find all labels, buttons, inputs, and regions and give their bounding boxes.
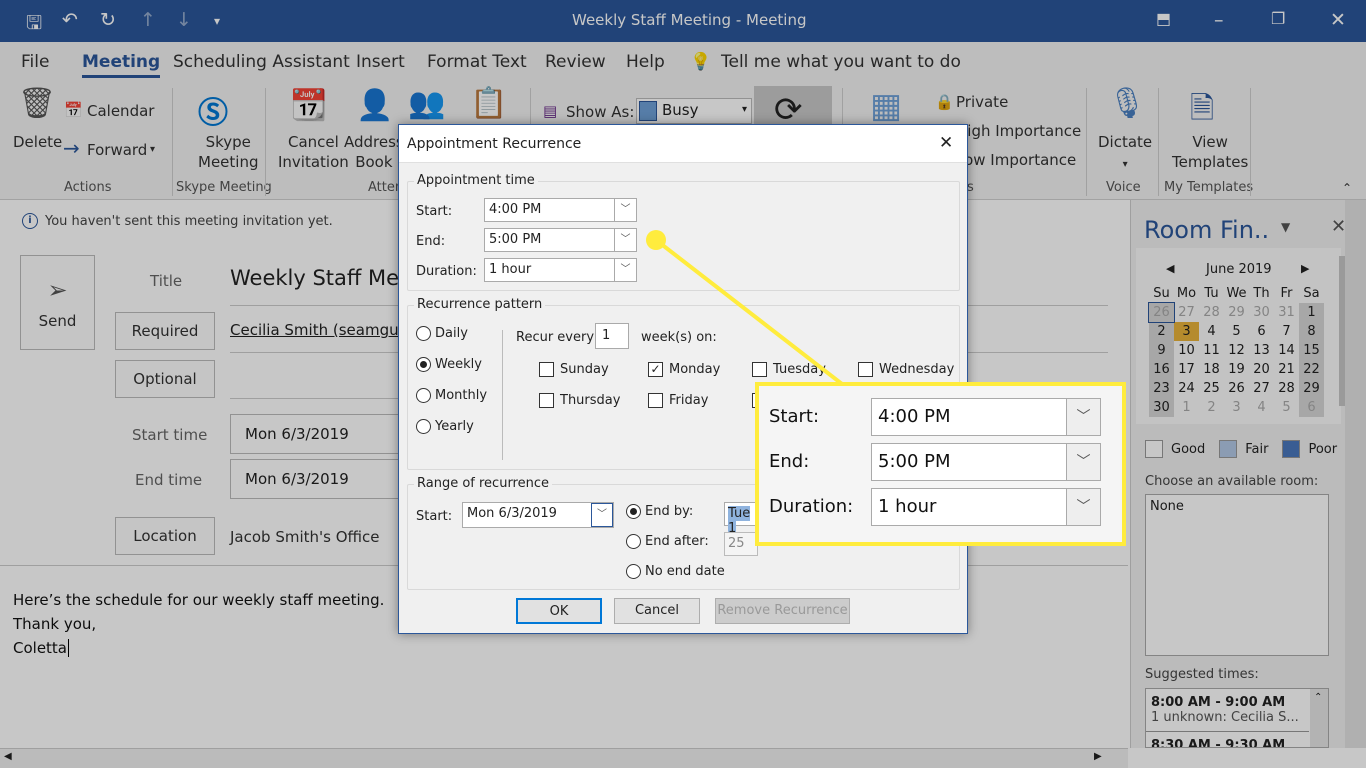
callout-duration-label: Duration: [769, 496, 854, 517]
magnified-callout: Start: 4:00 PM ﹀ End: 5:00 PM ﹀ Duration: … [755, 382, 1126, 546]
callout-end-dropdown: 5:00 PM ﹀ [871, 443, 1101, 481]
chevron-down-icon: ﹀ [1066, 444, 1100, 480]
callout-connector [646, 230, 844, 386]
callout-start-label: Start: [769, 406, 820, 427]
callout-dot [646, 230, 666, 250]
callout-duration-dropdown: 1 hour ﹀ [871, 488, 1101, 526]
callout-start-dropdown: 4:00 PM ﹀ [871, 398, 1101, 436]
callout-end-label: End: [769, 451, 810, 472]
chevron-down-icon: ﹀ [1066, 399, 1100, 435]
callout-line [654, 238, 844, 386]
chevron-down-icon: ﹀ [1066, 489, 1100, 525]
